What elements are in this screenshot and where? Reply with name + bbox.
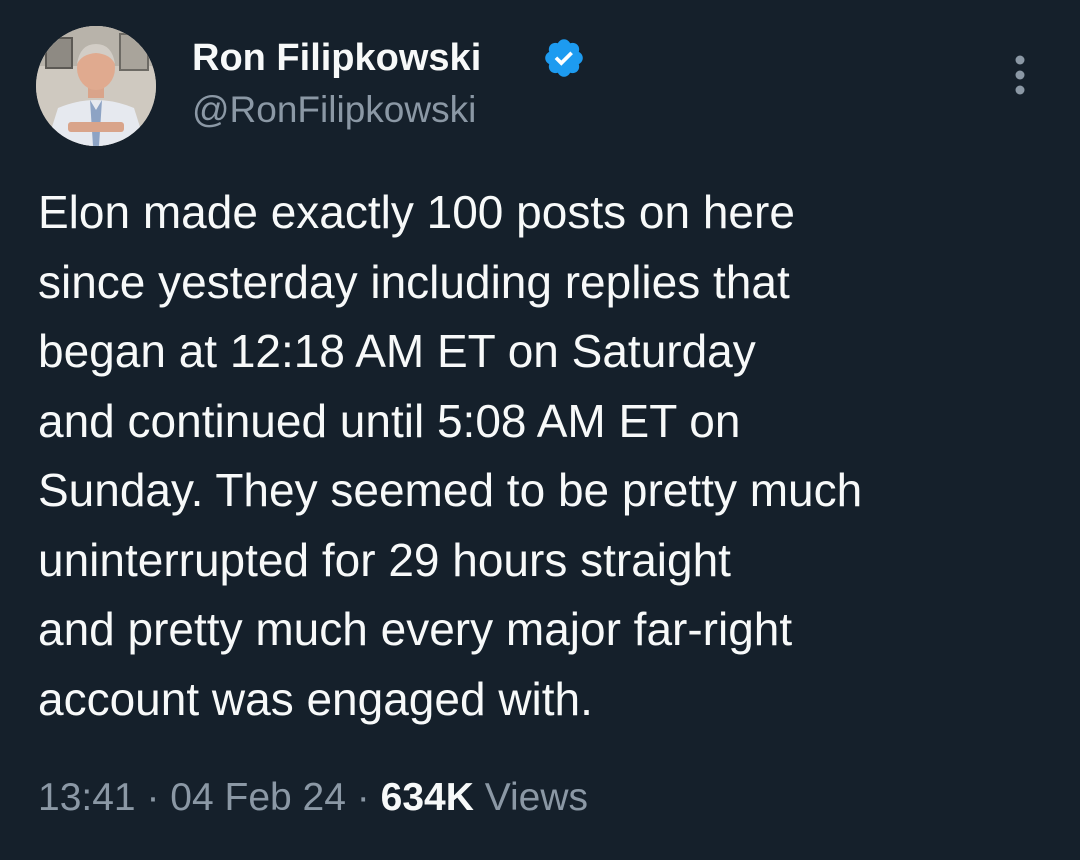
avatar[interactable] <box>36 26 156 146</box>
tweet-text-line: since yesterday including replies that <box>38 255 790 308</box>
tweet-text-line: began at 12:18 AM ET on Saturday <box>38 325 756 377</box>
verified-badge-icon <box>545 39 583 77</box>
tweet-date[interactable]: 04 Feb 24 <box>170 776 346 819</box>
author-handle[interactable]: @RonFilipkowski <box>192 86 476 134</box>
avatar-image <box>36 26 156 146</box>
tweet-text-line: Elon made exactly 100 posts on here <box>38 186 795 238</box>
more-options-icon[interactable] <box>1000 50 1040 100</box>
tweet-text-line: and pretty much every major far-right <box>38 603 793 655</box>
author-name[interactable]: Ron Filipkowski <box>192 34 481 82</box>
tweet-text-line: and continued until 5:08 AM ET on <box>38 394 741 447</box>
tweet-text-line: Sunday. They seemed to be pretty much <box>38 464 863 516</box>
tweet-card: Ron Filipkowski @RonFilipkowski Elon mad… <box>0 0 1080 860</box>
views-count[interactable]: 634K <box>381 776 474 819</box>
tweet-text-line: account was engaged with. <box>38 672 593 725</box>
meta-separator: · <box>356 776 370 819</box>
views-label: Views <box>484 776 589 819</box>
meta-separator: · <box>146 776 160 819</box>
tweet-text: Elon made exactly 100 posts on here sinc… <box>38 178 1048 734</box>
tweet-meta: 13:41 · 04 Feb 24 · 634K Views <box>38 772 588 824</box>
tweet-time[interactable]: 13:41 <box>38 776 136 819</box>
tweet-text-line: uninterrupted for 29 hours straight <box>38 533 731 586</box>
